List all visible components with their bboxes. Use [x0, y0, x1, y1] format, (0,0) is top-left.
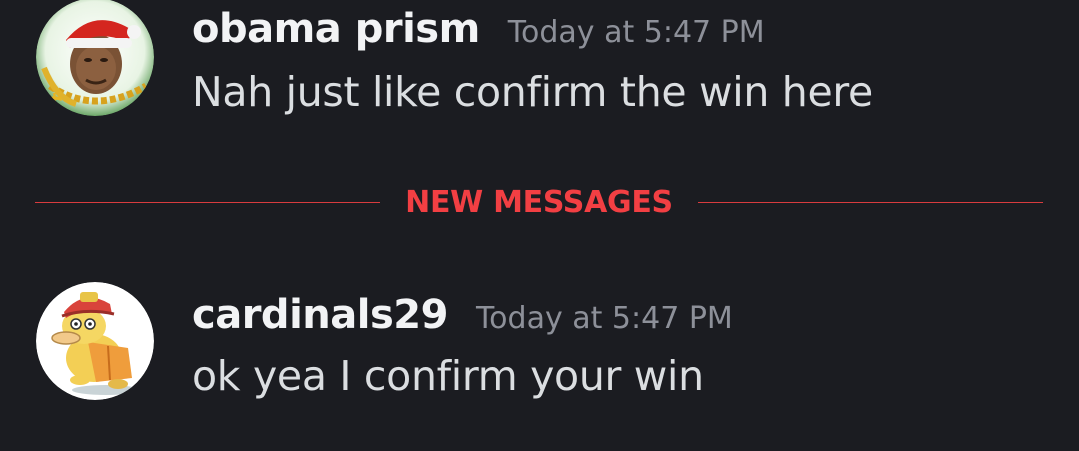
- divider-line-right: [698, 202, 1043, 203]
- username[interactable]: cardinals29: [192, 292, 448, 338]
- svg-text:$: $: [44, 89, 65, 116]
- timestamp[interactable]: Today at 5:47 PM: [476, 301, 733, 336]
- avatar[interactable]: [36, 282, 154, 400]
- chat-message-list: $ obama prism Today at 5:47 PM Nah just …: [0, 0, 1079, 451]
- username[interactable]: obama prism: [192, 6, 480, 52]
- message-text: Nah just like confirm the win here: [192, 68, 873, 116]
- new-messages-label: NEW MESSAGES: [405, 185, 673, 220]
- message-header: cardinals29 Today at 5:47 PM: [192, 292, 733, 338]
- new-messages-divider: NEW MESSAGES: [0, 184, 1079, 222]
- divider-line-left: [35, 202, 380, 203]
- avatar[interactable]: $: [36, 0, 154, 116]
- avatar-obama-santa-image: $: [36, 0, 154, 116]
- message-header: obama prism Today at 5:47 PM: [192, 6, 765, 52]
- avatar-psyduck-firefighter-image: [36, 282, 154, 400]
- timestamp[interactable]: Today at 5:47 PM: [508, 15, 765, 50]
- message-text: ok yea I confirm your win: [192, 352, 704, 400]
